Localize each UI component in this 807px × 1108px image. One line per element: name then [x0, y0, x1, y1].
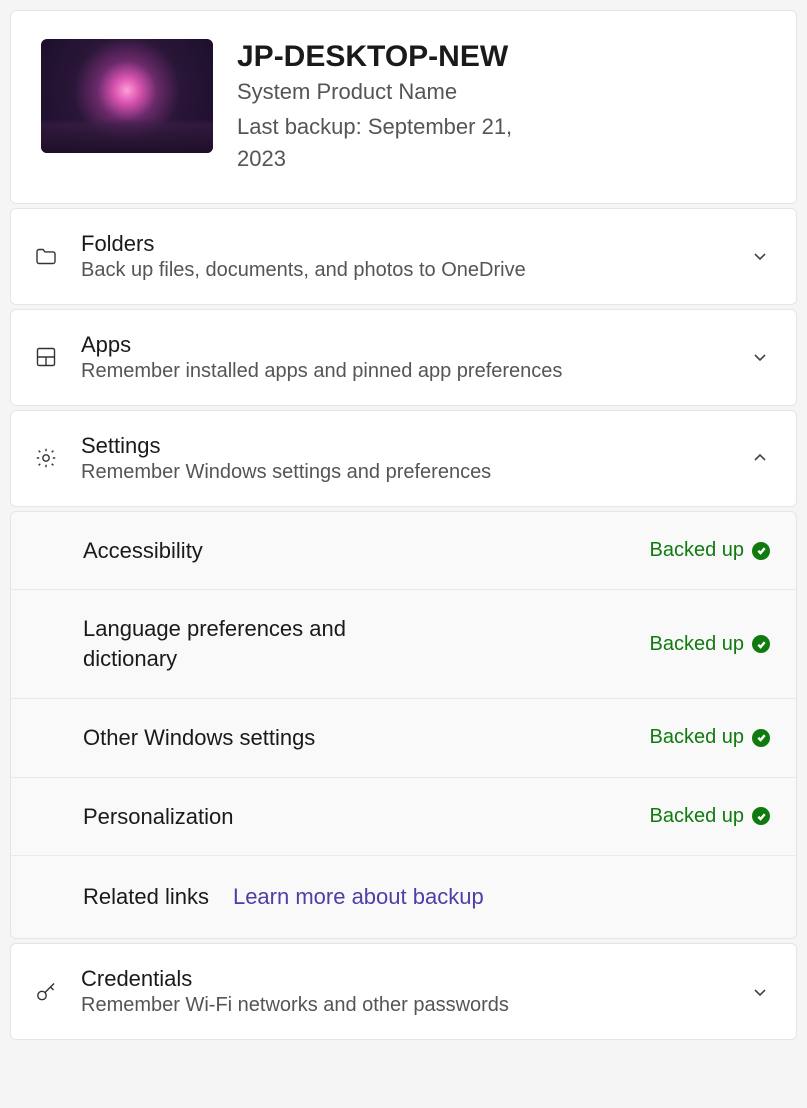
status-text: Backed up [649, 805, 744, 828]
learn-more-link[interactable]: Learn more about backup [233, 884, 484, 910]
key-icon [33, 979, 59, 1005]
folder-icon [33, 243, 59, 269]
device-wallpaper-thumbnail [41, 39, 213, 153]
section-credentials-desc: Remember Wi-Fi networks and other passwo… [81, 994, 728, 1017]
settings-item-accessibility[interactable]: Accessibility Backed up [11, 512, 796, 590]
section-settings-desc: Remember Windows settings and preference… [81, 461, 728, 484]
status-badge: Backed up [649, 805, 770, 828]
device-last-backup: Last backup: September 21, 2023 [237, 111, 547, 175]
chevron-down-icon [750, 347, 770, 367]
status-text: Backed up [649, 539, 744, 562]
section-credentials-title: Credentials [81, 966, 728, 992]
status-text: Backed up [649, 633, 744, 656]
check-circle-icon [752, 635, 770, 653]
section-settings-title: Settings [81, 433, 728, 459]
section-apps-text: Apps Remember installed apps and pinned … [81, 332, 728, 383]
settings-item-language[interactable]: Language preferences and dictionary Back… [11, 589, 796, 697]
settings-item-other[interactable]: Other Windows settings Backed up [11, 698, 796, 777]
section-credentials[interactable]: Credentials Remember Wi-Fi networks and … [10, 943, 797, 1040]
chevron-up-icon [750, 448, 770, 468]
settings-item-personalization[interactable]: Personalization Backed up [11, 777, 796, 856]
status-text: Backed up [649, 726, 744, 749]
section-settings-items: Accessibility Backed up Language prefere… [10, 511, 797, 939]
section-apps[interactable]: Apps Remember installed apps and pinned … [10, 309, 797, 406]
section-credentials-text: Credentials Remember Wi-Fi networks and … [81, 966, 728, 1017]
settings-item-label: Other Windows settings [83, 723, 315, 753]
section-apps-title: Apps [81, 332, 728, 358]
device-info: JP-DESKTOP-NEW System Product Name Last … [237, 39, 547, 175]
check-circle-icon [752, 729, 770, 747]
settings-item-label: Language preferences and dictionary [83, 614, 423, 673]
settings-item-label: Accessibility [83, 536, 203, 566]
check-circle-icon [752, 807, 770, 825]
apps-grid-icon [33, 344, 59, 370]
status-badge: Backed up [649, 633, 770, 656]
section-apps-desc: Remember installed apps and pinned app p… [81, 360, 728, 383]
gear-icon [33, 445, 59, 471]
section-settings[interactable]: Settings Remember Windows settings and p… [10, 410, 797, 507]
status-badge: Backed up [649, 539, 770, 562]
section-folders-title: Folders [81, 231, 728, 257]
chevron-down-icon [750, 246, 770, 266]
chevron-down-icon [750, 982, 770, 1002]
related-links-label: Related links [83, 884, 209, 910]
section-settings-text: Settings Remember Windows settings and p… [81, 433, 728, 484]
settings-item-label: Personalization [83, 802, 233, 832]
section-folders-text: Folders Back up files, documents, and ph… [81, 231, 728, 282]
section-folders[interactable]: Folders Back up files, documents, and ph… [10, 208, 797, 305]
check-circle-icon [752, 542, 770, 560]
device-name: JP-DESKTOP-NEW [237, 39, 547, 75]
device-product-name: System Product Name [237, 79, 547, 105]
section-folders-desc: Back up files, documents, and photos to … [81, 259, 728, 282]
status-badge: Backed up [649, 726, 770, 749]
device-summary-card: JP-DESKTOP-NEW System Product Name Last … [10, 10, 797, 204]
settings-related-links: Related links Learn more about backup [11, 855, 796, 938]
